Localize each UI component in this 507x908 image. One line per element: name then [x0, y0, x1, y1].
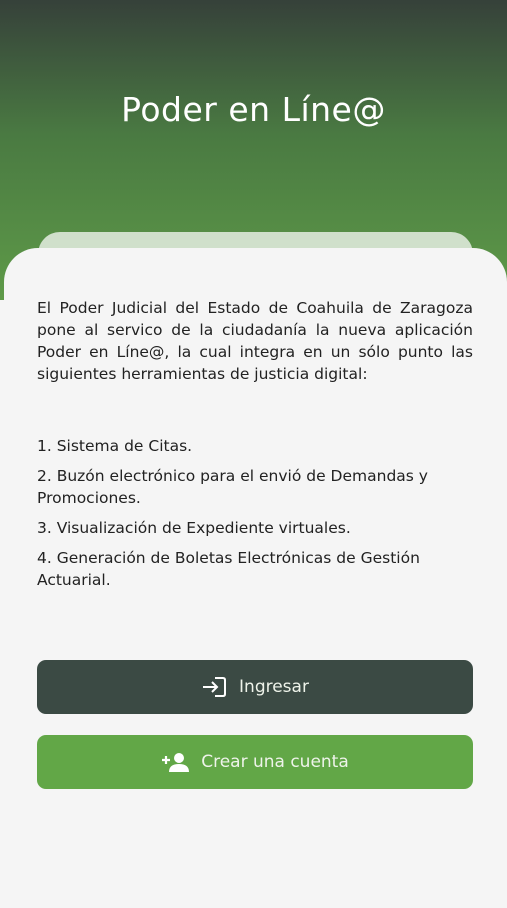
person-add-icon — [161, 751, 190, 773]
intro-text: El Poder Judicial del Estado de Coahuila… — [37, 299, 473, 383]
login-button-label: Ingresar — [239, 677, 309, 697]
feature-item-citas: 1. Sistema de Citas. — [37, 437, 193, 455]
login-icon — [201, 676, 227, 698]
register-button-label: Crear una cuenta — [201, 752, 349, 772]
feature-item-boletas: 4. Generación de Boletas Electrónicas de… — [37, 549, 420, 589]
feature-list: 1. Sistema de Citas. 2. Buzón electrónic… — [37, 435, 477, 599]
app-title: Poder en Líne@ — [121, 90, 386, 129]
feature-item-expediente: 3. Visualización de Expediente virtuales… — [37, 519, 351, 537]
register-button[interactable]: Crear una cuenta — [37, 735, 473, 789]
feature-item-buzon: 2. Buzón electrónico para el envió de De… — [37, 467, 428, 507]
login-button[interactable]: Ingresar — [37, 660, 473, 714]
